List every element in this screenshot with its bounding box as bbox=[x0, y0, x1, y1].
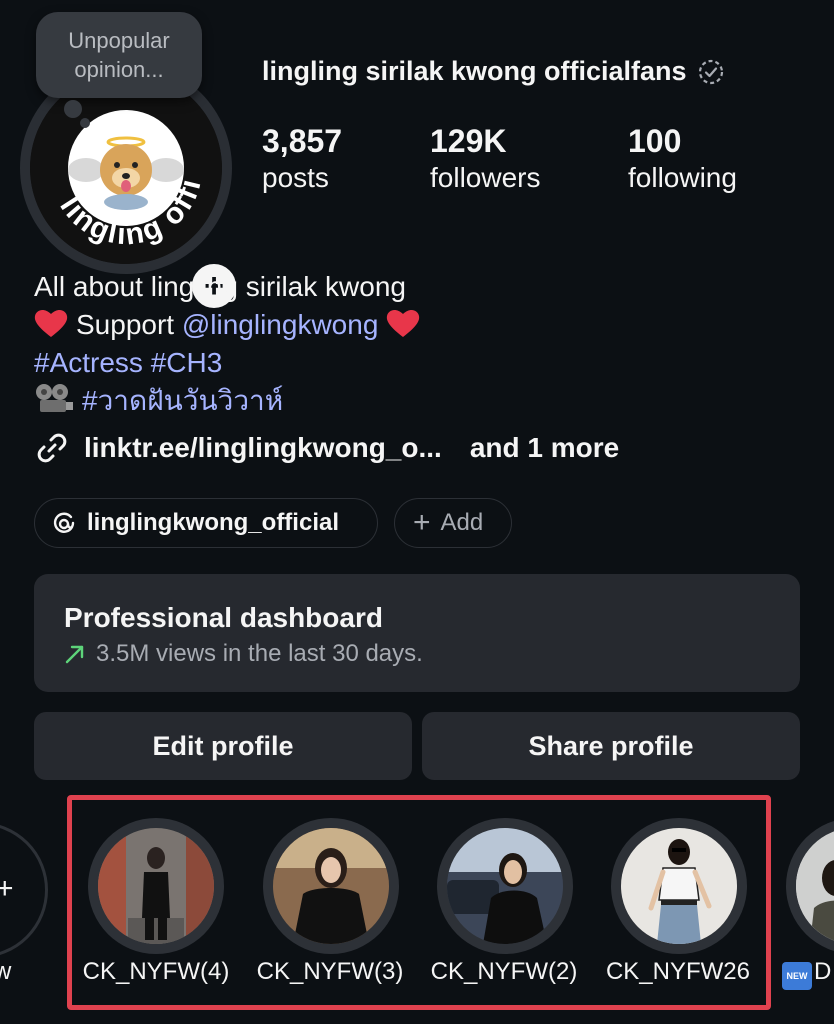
username: lingling sirilak kwong officialfans bbox=[262, 56, 687, 86]
external-link-more[interactable]: and 1 more bbox=[470, 432, 619, 464]
bio-hashtags[interactable]: #Actress #CH3 bbox=[34, 344, 814, 382]
highlight-cover bbox=[273, 828, 389, 944]
stat-following-label: following bbox=[628, 162, 737, 193]
highlight-cover bbox=[447, 828, 563, 944]
edit-profile-button[interactable]: Edit profile bbox=[34, 712, 412, 780]
professional-dashboard-card[interactable]: Professional dashboard 3.5M views in the… bbox=[34, 574, 800, 692]
note-bubble[interactable]: Unpopular opinion... bbox=[36, 12, 202, 98]
stat-posts-value: 3,857 bbox=[262, 123, 343, 159]
plus-icon: + bbox=[0, 872, 14, 905]
highlight-label: CK_NYFW(3) bbox=[256, 958, 404, 985]
profile-bio: All about lingling sirilak kwong Support… bbox=[34, 268, 814, 420]
threads-icon bbox=[53, 512, 75, 533]
highlight-item[interactable] bbox=[263, 818, 399, 954]
film-projector-icon bbox=[36, 384, 73, 412]
support-handle-link[interactable]: @linglingkwong bbox=[182, 309, 379, 340]
bio-line-thai: #วาดฝันวันวิวาห์ bbox=[34, 382, 814, 420]
highlight-label: CK_NYFW26 bbox=[605, 958, 751, 985]
external-link-text[interactable]: linktr.ee/linglingkwong_o... bbox=[84, 432, 442, 464]
highlight-partial-right-label: D bbox=[814, 958, 832, 985]
avatar-artwork: lingling offi bbox=[30, 72, 222, 264]
threads-chip[interactable]: linglingkwong_official bbox=[34, 498, 378, 548]
profile-screen: lingling offi + Unpopular opinion... lin… bbox=[0, 0, 834, 1024]
trend-up-arrow-icon bbox=[65, 645, 84, 664]
add-chip[interactable]: + Add bbox=[394, 498, 512, 548]
red-heart-icon bbox=[34, 309, 68, 337]
support-prefix: Support bbox=[76, 309, 175, 340]
note-bubble-tail bbox=[64, 100, 82, 118]
highlight-item[interactable] bbox=[437, 818, 573, 954]
bio-line-1: All about lingling sirilak kwong bbox=[34, 271, 406, 302]
dashed-badge-icon bbox=[698, 59, 723, 84]
external-links-row[interactable]: linktr.ee/linglingkwong_o... and 1 more bbox=[34, 430, 619, 466]
add-chip-label: Add bbox=[440, 509, 484, 536]
highlight-item[interactable] bbox=[786, 818, 834, 954]
stat-followers[interactable]: 129K followers bbox=[430, 122, 540, 196]
stat-following-value: 100 bbox=[628, 123, 682, 159]
stat-followers-value: 129K bbox=[430, 123, 507, 159]
stat-posts[interactable]: 3,857 posts bbox=[262, 122, 342, 196]
highlight-cover bbox=[796, 828, 834, 944]
new-emoji-badge: NEW bbox=[782, 962, 812, 990]
username-row: lingling sirilak kwong officialfans bbox=[262, 56, 725, 87]
link-chain-icon bbox=[37, 433, 67, 463]
bio-line-support: Support @linglingkwong bbox=[34, 306, 814, 344]
highlight-label: CK_NYFW(2) bbox=[430, 958, 578, 985]
highlight-cover bbox=[98, 828, 214, 944]
plus-icon: + bbox=[413, 506, 431, 539]
highlight-item[interactable] bbox=[88, 818, 224, 954]
red-heart-icon bbox=[387, 309, 420, 337]
note-bubble-tail-small bbox=[80, 118, 90, 128]
highlight-item[interactable] bbox=[611, 818, 747, 954]
threads-chip-label: linglingkwong_official bbox=[87, 509, 339, 536]
stat-posts-label: posts bbox=[262, 162, 329, 193]
dashboard-subtitle: 3.5M views in the last 30 days. bbox=[96, 640, 423, 667]
stat-following[interactable]: 100 following bbox=[628, 122, 737, 196]
highlight-label: CK_NYFW(4) bbox=[82, 958, 230, 985]
note-text: Unpopular opinion... bbox=[68, 28, 170, 82]
share-profile-button[interactable]: Share profile bbox=[422, 712, 800, 780]
thai-hashtag-link[interactable]: #วาดฝันวันวิวาห์ bbox=[82, 385, 283, 416]
highlight-cover bbox=[621, 828, 737, 944]
highlight-partial-left-label: w bbox=[0, 958, 12, 985]
avatar-image: lingling offi bbox=[30, 72, 222, 264]
dashboard-subtitle-row: 3.5M views in the last 30 days. bbox=[64, 640, 423, 668]
dashboard-title: Professional dashboard bbox=[64, 602, 383, 633]
profile-stats: 3,857 posts 129K followers 100 following bbox=[262, 122, 822, 202]
stat-followers-label: followers bbox=[430, 162, 541, 193]
